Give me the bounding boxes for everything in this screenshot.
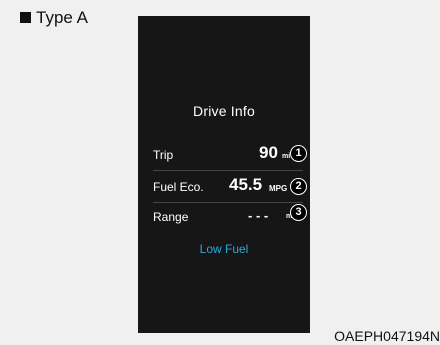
row-divider <box>153 202 303 203</box>
square-bullet-icon <box>20 12 31 23</box>
range-label: Range <box>153 210 189 224</box>
trip-row: Trip 90 mi <box>153 143 308 166</box>
trip-unit: mi <box>282 153 291 160</box>
fuel-economy-label: Fuel Eco. <box>153 180 204 194</box>
callout-marker-1: 1 <box>290 145 307 162</box>
trip-value: 90 <box>259 143 278 162</box>
callout-marker-3: 3 <box>290 204 307 221</box>
callout-marker-2: 2 <box>290 178 307 195</box>
fuel-economy-unit: MPG <box>269 184 288 193</box>
figure-frame: Type A Drive Info Trip 90 mi 1 Fuel Eco.… <box>0 0 440 345</box>
fuel-economy-value: 45.5 <box>229 175 263 194</box>
low-fuel-warning: Low Fuel <box>199 242 249 256</box>
row-divider <box>153 170 303 171</box>
drive-info-title: Drive Info <box>193 103 255 119</box>
cluster-display: Drive Info Trip 90 mi 1 Fuel Eco. 45.5 M… <box>138 16 310 333</box>
type-label-text: Type A <box>36 8 88 27</box>
range-value: - - - <box>248 208 269 223</box>
figure-code: OAEPH047194N <box>334 328 440 344</box>
fuel-economy-row: Fuel Eco. 45.5 MPG <box>153 175 308 198</box>
type-label: Type A <box>20 9 88 26</box>
trip-label: Trip <box>153 148 174 162</box>
range-row: Range - - - mi <box>153 206 308 228</box>
